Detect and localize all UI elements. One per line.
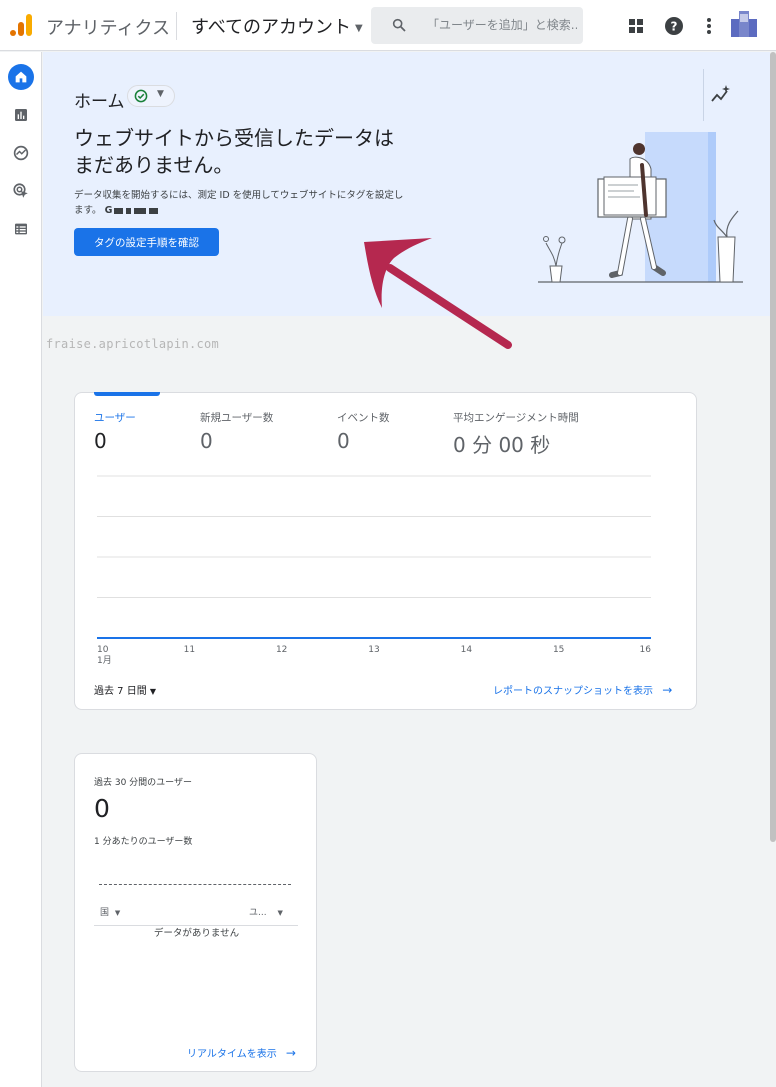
ads-click-icon: [13, 183, 28, 198]
users-line-chart: 10 11 12 13 14 15 16 1月: [97, 475, 652, 666]
watermark: fraise.apricotlapin.com: [46, 337, 220, 351]
view-snapshot-link[interactable]: レポートのスナップショットを表示 →: [493, 682, 672, 697]
metric-value: 0 分 00 秒: [453, 433, 551, 457]
bar-chart-icon: [15, 109, 27, 121]
chart-x-tick-label: 16: [640, 645, 652, 655]
chart-x-tick-label: 10: [97, 645, 109, 655]
check-circle-icon: [134, 89, 148, 103]
metric-label: 新規ユーザー数: [200, 412, 274, 424]
no-data-message: データがありません: [153, 928, 240, 939]
realtime-value: 0: [94, 794, 110, 823]
overview-card: ユーザー 0 新規ユーザー数 0 イベント数 0 平均エンゲージメント時間 0 …: [74, 392, 697, 710]
divider: [703, 69, 704, 121]
arrow-right-icon: →: [285, 1046, 296, 1060]
chart-x-tick-label: 14: [461, 645, 473, 655]
country-column-selector[interactable]: 国 ▼: [100, 905, 120, 918]
status-chip[interactable]: ▼: [127, 85, 175, 107]
caret-down-icon: ▼: [157, 89, 164, 99]
metric-event-count[interactable]: イベント数 0: [337, 410, 390, 453]
list-icon: [15, 223, 27, 235]
annotation-arrow: [364, 238, 512, 349]
selected-tab-indicator: [94, 392, 160, 396]
tag-setup-button[interactable]: タグの設定手順を確認: [74, 228, 219, 256]
metric-users[interactable]: ユーザー 0: [94, 410, 136, 453]
users-column-selector[interactable]: ユ... ▼: [249, 905, 283, 918]
realtime-sub-label: 1 分あたりのユーザー数: [94, 837, 193, 847]
view-snapshot-label: レポートのスナップショットを表示: [493, 686, 653, 697]
account-selector-label: すべてのアカウント: [191, 17, 352, 38]
view-realtime-label: リアルタイムを表示: [187, 1049, 277, 1060]
more-vert-icon[interactable]: [698, 15, 720, 37]
metric-label: 平均エンゲージメント時間: [453, 412, 579, 424]
metric-label: ユーザー: [94, 412, 136, 424]
app-name: アナリティクス: [46, 18, 171, 39]
caret-down-icon: ▼: [355, 22, 363, 34]
caret-down-icon: ▼: [149, 687, 157, 696]
arrow-right-icon: →: [662, 683, 673, 697]
nav-advertising[interactable]: [8, 178, 34, 204]
top-app-bar: アナリティクス すべてのアカウント▼ ?: [0, 0, 776, 51]
date-range-label: 過去 7 日間: [94, 686, 147, 697]
analytics-logo-icon[interactable]: [8, 12, 34, 38]
measurement-id-prefix: G: [104, 205, 113, 216]
page-scrollbar[interactable]: [770, 52, 776, 842]
apps-grid-icon[interactable]: [625, 15, 647, 37]
page-title: ホーム: [74, 92, 125, 112]
home-icon: [15, 71, 27, 83]
nav-explore[interactable]: [8, 140, 34, 166]
metric-avg-engagement-time[interactable]: 平均エンゲージメント時間 0 分 00 秒: [453, 410, 579, 458]
nav-configure[interactable]: [8, 216, 34, 242]
caret-down-icon: ▼: [114, 909, 121, 917]
metric-label: イベント数: [337, 412, 390, 424]
empty-minute-bars: [99, 884, 291, 885]
banner-heading: ウェブサイトから受信したデータはまだありません。: [74, 126, 394, 177]
chart-x-tick-label: 13: [368, 645, 379, 655]
nav-reports[interactable]: [8, 102, 34, 128]
metric-new-users[interactable]: 新規ユーザー数 0: [200, 410, 273, 453]
chart-x-month-label: 1月: [97, 655, 112, 666]
svg-text:?: ?: [671, 20, 678, 34]
account-selector[interactable]: すべてのアカウント ▼: [191, 13, 363, 39]
realtime-label: 過去 30 分間のユーザー: [94, 778, 192, 788]
chart-x-tick-label: 12: [276, 645, 287, 655]
chart-x-tick-label: 15: [553, 645, 564, 655]
metric-value: 0: [337, 429, 350, 453]
search-input[interactable]: [427, 15, 577, 35]
search-bar[interactable]: [371, 7, 583, 44]
left-nav: [0, 52, 42, 1087]
divider: [176, 12, 177, 40]
realtime-card: 過去 30 分間のユーザー 0 1 分あたりのユーザー数 国 ▼ ユ... ▼ …: [74, 753, 317, 1072]
search-icon: [392, 18, 406, 32]
nav-home[interactable]: [8, 64, 34, 90]
person-carrying-box-illustration: [538, 132, 743, 283]
column-label: ユ...: [249, 908, 267, 918]
banner-description: データ収集を開始するには、測定 ID を使用してウェブサイトにタグを設定します。…: [74, 188, 404, 218]
redacted-measurement-id: [114, 203, 161, 218]
caret-down-icon: ▼: [277, 909, 283, 917]
insights-icon[interactable]: [710, 84, 732, 106]
metric-value: 0: [94, 429, 107, 453]
explore-icon: [13, 145, 29, 161]
chart-x-tick-label: 11: [184, 645, 195, 655]
date-range-selector[interactable]: 過去 7 日間 ▼: [94, 682, 156, 697]
metric-value: 0: [200, 429, 213, 453]
view-realtime-link[interactable]: リアルタイムを表示 →: [187, 1045, 296, 1060]
column-label: 国: [100, 908, 110, 918]
help-icon[interactable]: ?: [663, 15, 685, 37]
account-avatar[interactable]: [731, 11, 757, 37]
